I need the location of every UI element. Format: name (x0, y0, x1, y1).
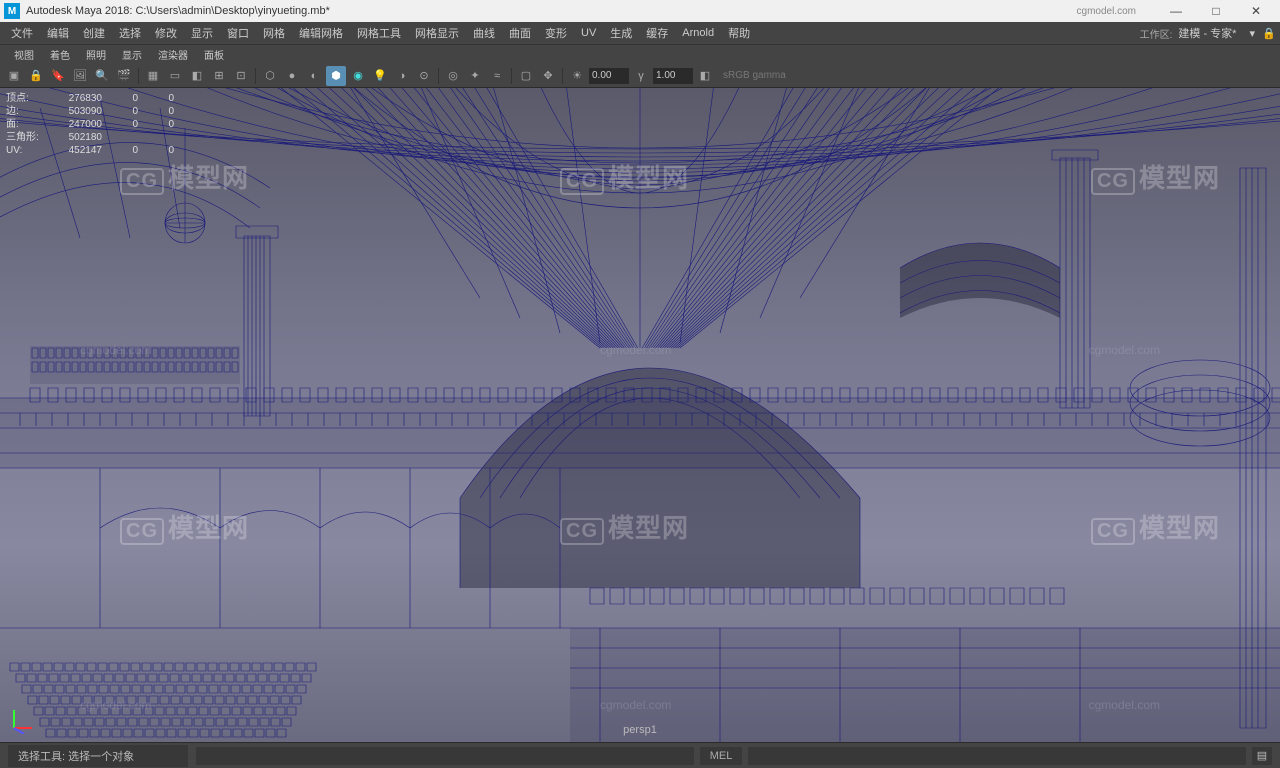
lock-camera-icon[interactable]: 🔒 (26, 66, 46, 86)
menu-file[interactable]: 文件 (4, 25, 40, 41)
command-line-input[interactable] (748, 747, 1246, 765)
panel-show[interactable]: 显示 (114, 47, 150, 62)
menu-uv[interactable]: UV (574, 27, 603, 39)
main-menu-bar: 文件 编辑 创建 选择 修改 显示 窗口 网格 编辑网格 网格工具 网格显示 曲… (0, 22, 1280, 44)
panel-view[interactable]: 视图 (6, 47, 42, 62)
workspace-label: 工作区: (1140, 26, 1173, 41)
hud-verts-value: 276830 (50, 92, 102, 105)
titlebar-watermark: cgmodel.com (1077, 6, 1136, 17)
window-titlebar: M Autodesk Maya 2018: C:\Users\admin\Des… (0, 0, 1280, 22)
hud-uv-label: UV: (6, 144, 42, 157)
wireframe-icon[interactable]: ⬡ (260, 66, 280, 86)
gate-mask-icon[interactable]: ◧ (187, 66, 207, 86)
menu-generate[interactable]: 生成 (603, 25, 639, 41)
safe-action-icon[interactable]: ⊡ (231, 66, 251, 86)
viewport-panel-menu: 视图 着色 照明 显示 渲染器 面板 (0, 44, 1280, 64)
resolution-gate-icon[interactable]: ▢ (516, 66, 536, 86)
polycount-hud: 顶点:27683000 边:50309000 面:24700000 三角形:50… (6, 92, 174, 157)
viewport-icon-toolbar: ▣ 🔒 🔖 🖼 🔍 🎬 ▦ ▭ ◧ ⊞ ⊡ ⬡ ● ◐ ⬢ ◉ 💡 ◑ ⊙ ◎ … (0, 64, 1280, 88)
menu-mesh-display[interactable]: 网格显示 (408, 25, 466, 41)
menu-edit-mesh[interactable]: 编辑网格 (292, 25, 350, 41)
menu-cache[interactable]: 缓存 (639, 25, 675, 41)
shadows-icon[interactable]: ◑ (392, 66, 412, 86)
use-default-material-icon[interactable]: ◐ (304, 66, 324, 86)
help-line-field[interactable] (196, 747, 694, 765)
smooth-shade-icon[interactable]: ● (282, 66, 302, 86)
camera-name-label: persp1 (623, 724, 657, 736)
window-controls: — □ ✕ (1156, 0, 1276, 22)
wireframe-scene (0, 88, 1280, 742)
hud-uv-value: 452147 (50, 144, 102, 157)
camera-bookmark-icon[interactable]: 🔖 (48, 66, 68, 86)
panel-lighting[interactable]: 照明 (78, 47, 114, 62)
2d-zoom-icon[interactable]: 🔍 (92, 66, 112, 86)
hud-faces-value: 247000 (50, 118, 102, 131)
status-bar: 选择工具: 选择一个对象 MEL ▤ (0, 742, 1280, 768)
lights-icon[interactable]: 💡 (370, 66, 390, 86)
hud-edges-value: 503090 (50, 105, 102, 118)
script-language-selector[interactable]: MEL (700, 747, 743, 765)
menu-help[interactable]: 帮助 (721, 25, 757, 41)
menu-mesh[interactable]: 网格 (256, 25, 292, 41)
select-camera-icon[interactable]: ▣ (4, 66, 24, 86)
menu-curves[interactable]: 曲线 (466, 25, 502, 41)
maya-app-icon: M (4, 3, 20, 19)
menu-modify[interactable]: 修改 (148, 25, 184, 41)
menu-create[interactable]: 创建 (76, 25, 112, 41)
window-title: Autodesk Maya 2018: C:\Users\admin\Deskt… (26, 5, 1077, 17)
xray-joints-icon[interactable]: ✦ (465, 66, 485, 86)
gamma-field[interactable] (653, 68, 693, 84)
exposure-icon[interactable]: ☀ (567, 66, 587, 86)
panel-shading[interactable]: 着色 (42, 47, 78, 62)
workspace-dropdown-icon[interactable]: ▾ (1242, 27, 1262, 40)
textured-icon[interactable]: ◉ (348, 66, 368, 86)
menu-surfaces[interactable]: 曲面 (502, 25, 538, 41)
close-button[interactable]: ✕ (1236, 0, 1276, 22)
workspace-selector[interactable]: 建模 - 专家* (1172, 25, 1242, 41)
film-back-icon[interactable]: ▭ (165, 66, 185, 86)
tool-hint-label: 选择工具: 选择一个对象 (8, 745, 188, 767)
hud-verts-label: 顶点: (6, 92, 42, 105)
menu-window[interactable]: 窗口 (220, 25, 256, 41)
wireframe-on-shaded-icon[interactable]: ⬢ (326, 66, 346, 86)
perspective-viewport[interactable]: 顶点:27683000 边:50309000 面:24700000 三角形:50… (0, 88, 1280, 742)
hud-edges-label: 边: (6, 105, 42, 118)
maximize-button[interactable]: □ (1196, 0, 1236, 22)
menu-display[interactable]: 显示 (184, 25, 220, 41)
image-plane-icon[interactable]: 🖼 (70, 66, 90, 86)
gamma-icon[interactable]: γ (631, 66, 651, 86)
menu-arnold[interactable]: Arnold (675, 27, 721, 39)
menu-edit[interactable]: 编辑 (40, 25, 76, 41)
view-transform-icon[interactable]: ◧ (695, 66, 715, 86)
panel-panels[interactable]: 面板 (196, 47, 232, 62)
axis-gizmo-icon (8, 702, 40, 734)
minimize-button[interactable]: — (1156, 0, 1196, 22)
hud-tris-label: 三角形: (6, 131, 42, 144)
xray-icon[interactable]: ◎ (443, 66, 463, 86)
lock-icon[interactable]: 🔒 (1262, 27, 1276, 40)
pan-zoom-icon[interactable]: ✥ (538, 66, 558, 86)
film-gate-icon[interactable]: 🎬 (114, 66, 134, 86)
script-editor-icon[interactable]: ▤ (1252, 747, 1272, 765)
motion-blur-icon[interactable]: ≈ (487, 66, 507, 86)
panel-renderer[interactable]: 渲染器 (150, 47, 196, 62)
isolate-select-icon[interactable]: ⊙ (414, 66, 434, 86)
color-space-label: sRGB gamma (723, 70, 786, 81)
hud-tris-value: 502180 (50, 131, 102, 144)
field-chart-icon[interactable]: ⊞ (209, 66, 229, 86)
grid-icon[interactable]: ▦ (143, 66, 163, 86)
hud-faces-label: 面: (6, 118, 42, 131)
menu-mesh-tools[interactable]: 网格工具 (350, 25, 408, 41)
menu-deform[interactable]: 变形 (538, 25, 574, 41)
menu-select[interactable]: 选择 (112, 25, 148, 41)
exposure-field[interactable] (589, 68, 629, 84)
